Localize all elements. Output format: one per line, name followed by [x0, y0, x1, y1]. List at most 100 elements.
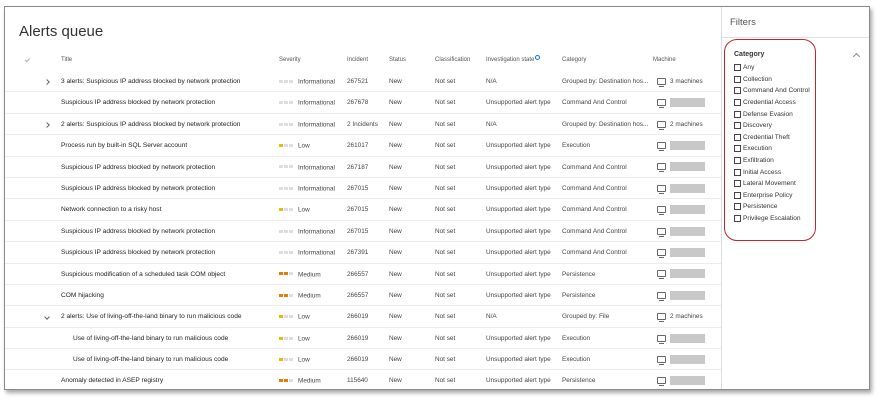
checkbox[interactable]: [734, 145, 741, 153]
incident-link[interactable]: 266019: [347, 349, 387, 370]
checkbox[interactable]: [734, 168, 741, 176]
checkbox[interactable]: [734, 87, 741, 95]
table-row[interactable]: Process run by built-in SQL Server accou…: [5, 135, 721, 157]
machine-cell[interactable]: [657, 370, 719, 389]
table-row[interactable]: Suspicious IP address blocked by network…: [5, 221, 721, 243]
incident-link[interactable]: 266557: [347, 264, 387, 285]
chevron-right-icon[interactable]: [44, 71, 50, 92]
category-filter-item[interactable]: Credential Access: [734, 97, 810, 109]
col-investigation-state[interactable]: Investigation state: [486, 55, 541, 63]
checkbox[interactable]: [734, 215, 741, 223]
col-classification[interactable]: Classification: [435, 57, 470, 63]
alert-title[interactable]: Suspicious IP address blocked by network…: [61, 221, 273, 242]
checkbox[interactable]: [734, 99, 741, 107]
incident-link[interactable]: 267015: [347, 199, 387, 220]
select-all-icon[interactable]: [24, 56, 31, 63]
checkbox[interactable]: [734, 64, 741, 72]
category-filter-item[interactable]: Any: [734, 62, 810, 74]
table-row[interactable]: Suspicious IP address blocked by network…: [5, 92, 721, 114]
machine-cell[interactable]: 2 machines: [657, 114, 719, 135]
col-machine[interactable]: Machine: [653, 57, 676, 63]
machine-cell[interactable]: [657, 221, 719, 242]
col-category[interactable]: Category: [562, 57, 586, 63]
checkbox[interactable]: [734, 180, 741, 188]
table-row[interactable]: Suspicious modification of a scheduled t…: [5, 264, 721, 285]
col-severity[interactable]: Severity: [279, 57, 301, 63]
table-row[interactable]: 2 alerts: Use of living-off-the-land bin…: [5, 306, 721, 328]
category-filter-item[interactable]: Enterprise Policy: [734, 190, 810, 202]
info-icon[interactable]: [535, 55, 541, 60]
incident-link[interactable]: 267187: [347, 157, 387, 178]
table-row[interactable]: 3 alerts: Suspicious IP address blocked …: [5, 71, 721, 93]
checkbox[interactable]: [734, 122, 741, 130]
col-title[interactable]: Title: [61, 57, 72, 63]
machine-cell[interactable]: 2 machines: [657, 306, 719, 327]
machine-cell[interactable]: [657, 242, 719, 263]
machine-cell[interactable]: [657, 92, 719, 113]
alert-title[interactable]: 2 alerts: Suspicious IP address blocked …: [61, 114, 273, 135]
table-row[interactable]: Use of living-off-the-land binary to run…: [5, 349, 721, 371]
machine-cell[interactable]: [657, 264, 719, 285]
alert-title[interactable]: Use of living-off-the-land binary to run…: [73, 349, 273, 370]
machine-cell[interactable]: 3 machines: [657, 71, 719, 92]
category-filter-item[interactable]: Credential Theft: [734, 132, 810, 144]
chevron-down-icon[interactable]: [44, 306, 50, 327]
checkbox[interactable]: [734, 203, 741, 211]
category-filter-item[interactable]: Privilege Escalation: [734, 213, 810, 225]
incident-link[interactable]: 115640: [347, 370, 387, 389]
alert-title[interactable]: 2 alerts: Use of living-off-the-land bin…: [61, 306, 273, 327]
chevron-right-icon[interactable]: [44, 114, 50, 135]
col-incident[interactable]: Incident: [347, 57, 368, 63]
alert-title[interactable]: Suspicious IP address blocked by network…: [61, 178, 273, 199]
alert-title[interactable]: Process run by built-in SQL Server accou…: [61, 135, 273, 156]
checkbox[interactable]: [734, 75, 741, 83]
incident-link[interactable]: 266019: [347, 328, 387, 349]
col-status[interactable]: Status: [389, 57, 406, 63]
machine-cell[interactable]: [657, 135, 719, 156]
incident-link[interactable]: 261017: [347, 135, 387, 156]
checkbox[interactable]: [734, 133, 741, 141]
alert-title[interactable]: Anomaly detected in ASEP registry: [61, 370, 273, 389]
machine-cell[interactable]: [657, 349, 719, 370]
alert-title[interactable]: Suspicious modification of a scheduled t…: [61, 264, 273, 285]
category-filter-item[interactable]: Initial Access: [734, 166, 810, 178]
incident-link[interactable]: 267015: [347, 178, 387, 199]
table-row[interactable]: Network connection to a risky host Low 267…: [5, 199, 721, 221]
incident-link[interactable]: 267015: [347, 221, 387, 242]
category-filter-item[interactable]: Defense Evasion: [734, 108, 810, 120]
table-row[interactable]: 2 alerts: Suspicious IP address blocked …: [5, 114, 721, 136]
chevron-up-icon[interactable]: [852, 52, 861, 61]
table-row[interactable]: Suspicious IP address blocked by network…: [5, 242, 721, 264]
alert-title[interactable]: Suspicious IP address blocked by network…: [61, 242, 273, 263]
machine-cell[interactable]: [657, 157, 719, 178]
category-filter-item[interactable]: Persistence: [734, 201, 810, 213]
alert-title[interactable]: 3 alerts: Suspicious IP address blocked …: [61, 71, 273, 92]
incident-link[interactable]: 266019: [347, 306, 387, 327]
incident-link[interactable]: 267391: [347, 242, 387, 263]
incident-link[interactable]: 2 Incidents: [347, 114, 387, 135]
category-filter-item[interactable]: Collection: [734, 74, 810, 86]
category-filter-item[interactable]: Execution: [734, 143, 810, 155]
checkbox[interactable]: [734, 110, 741, 118]
category-filter-item[interactable]: Exfiltration: [734, 155, 810, 167]
alert-title[interactable]: Network connection to a risky host: [61, 199, 273, 220]
alert-title[interactable]: Suspicious IP address blocked by network…: [61, 92, 273, 113]
alert-title[interactable]: COM hijacking: [61, 285, 273, 306]
table-row[interactable]: COM hijacking Medium 266557 New Not set Unsup…: [5, 285, 721, 307]
category-filter-item[interactable]: Discovery: [734, 120, 810, 132]
table-row[interactable]: Use of living-off-the-land binary to run…: [5, 328, 721, 350]
alert-title[interactable]: Suspicious IP address blocked by network…: [61, 157, 273, 178]
machine-cell[interactable]: [657, 199, 719, 220]
incident-link[interactable]: 267521: [347, 71, 387, 92]
table-row[interactable]: Suspicious IP address blocked by network…: [5, 157, 721, 178]
table-row[interactable]: Anomaly detected in ASEP registry Medium 1…: [5, 370, 721, 389]
table-row[interactable]: Suspicious IP address blocked by network…: [5, 178, 721, 200]
machine-cell[interactable]: [657, 285, 719, 306]
alert-title[interactable]: Use of living-off-the-land binary to run…: [73, 328, 273, 349]
machine-cell[interactable]: [657, 328, 719, 349]
category-filter-item[interactable]: Command And Control: [734, 85, 810, 97]
incident-link[interactable]: 267678: [347, 92, 387, 113]
checkbox[interactable]: [734, 191, 741, 199]
checkbox[interactable]: [734, 157, 741, 165]
incident-link[interactable]: 266557: [347, 285, 387, 306]
